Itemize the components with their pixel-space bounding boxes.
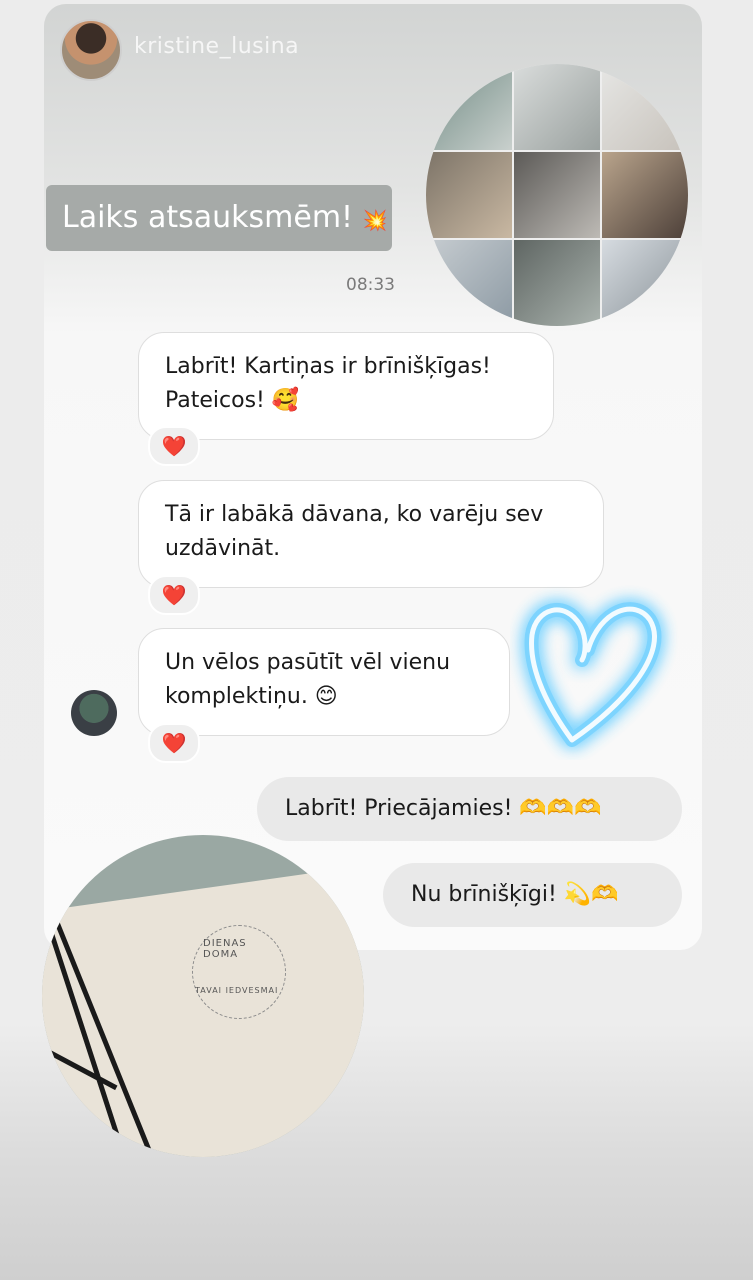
message-line: Tā ir labākā dāvana, ko varēju sev — [165, 502, 544, 527]
neon-heart-sticker — [524, 602, 662, 747]
story-caption-text: Laiks atsauksmēm! — [62, 200, 354, 235]
heart-reaction[interactable]: ❤️ — [148, 426, 200, 466]
incoming-message[interactable]: Tā ir labākā dāvana, ko varēju sev uzdāv… — [138, 480, 604, 588]
message-line: Pateicos! 🥰 — [165, 388, 300, 413]
collision-emoji: 💥 — [362, 208, 388, 232]
sender-avatar[interactable] — [71, 690, 117, 736]
username[interactable]: kristine_lusina — [134, 34, 299, 59]
heart-reaction[interactable]: ❤️ — [148, 575, 200, 615]
incoming-message[interactable]: Labrīt! Kartiņas ir brīnišķīgas! Pateico… — [138, 332, 554, 440]
message-line: uzdāvināt. — [165, 536, 281, 561]
message-line: Labrīt! Kartiņas ir brīnišķīgas! — [165, 354, 491, 379]
message-timestamp: 08:33 — [346, 275, 395, 295]
incoming-message[interactable]: Un vēlos pasūtīt vēl vienu komplektiņu. … — [138, 628, 510, 736]
stamp-bottom-text: TAVAI IEDVESMAI — [195, 986, 279, 995]
heart-reaction[interactable]: ❤️ — [148, 723, 200, 763]
message-line: komplektiņu. 😊 — [165, 684, 338, 709]
product-pouch-photo: DIENAS DOMA TAVAI IEDVESMAI — [42, 835, 364, 1157]
outgoing-message[interactable]: Nu brīnišķīgi! 💫🫶 — [383, 863, 682, 927]
message-line: Un vēlos pasūtīt vēl vienu — [165, 650, 451, 675]
story-caption: Laiks atsauksmēm! 💥 — [46, 185, 392, 251]
brand-stamp: DIENAS DOMA TAVAI IEDVESMAI — [192, 925, 286, 1019]
outgoing-message[interactable]: Labrīt! Priecājamies! 🫶🫶🫶 — [257, 777, 682, 841]
products-collage-photo — [426, 64, 688, 326]
stamp-top-text: DIENAS DOMA — [203, 938, 247, 960]
profile-avatar[interactable] — [60, 19, 122, 81]
